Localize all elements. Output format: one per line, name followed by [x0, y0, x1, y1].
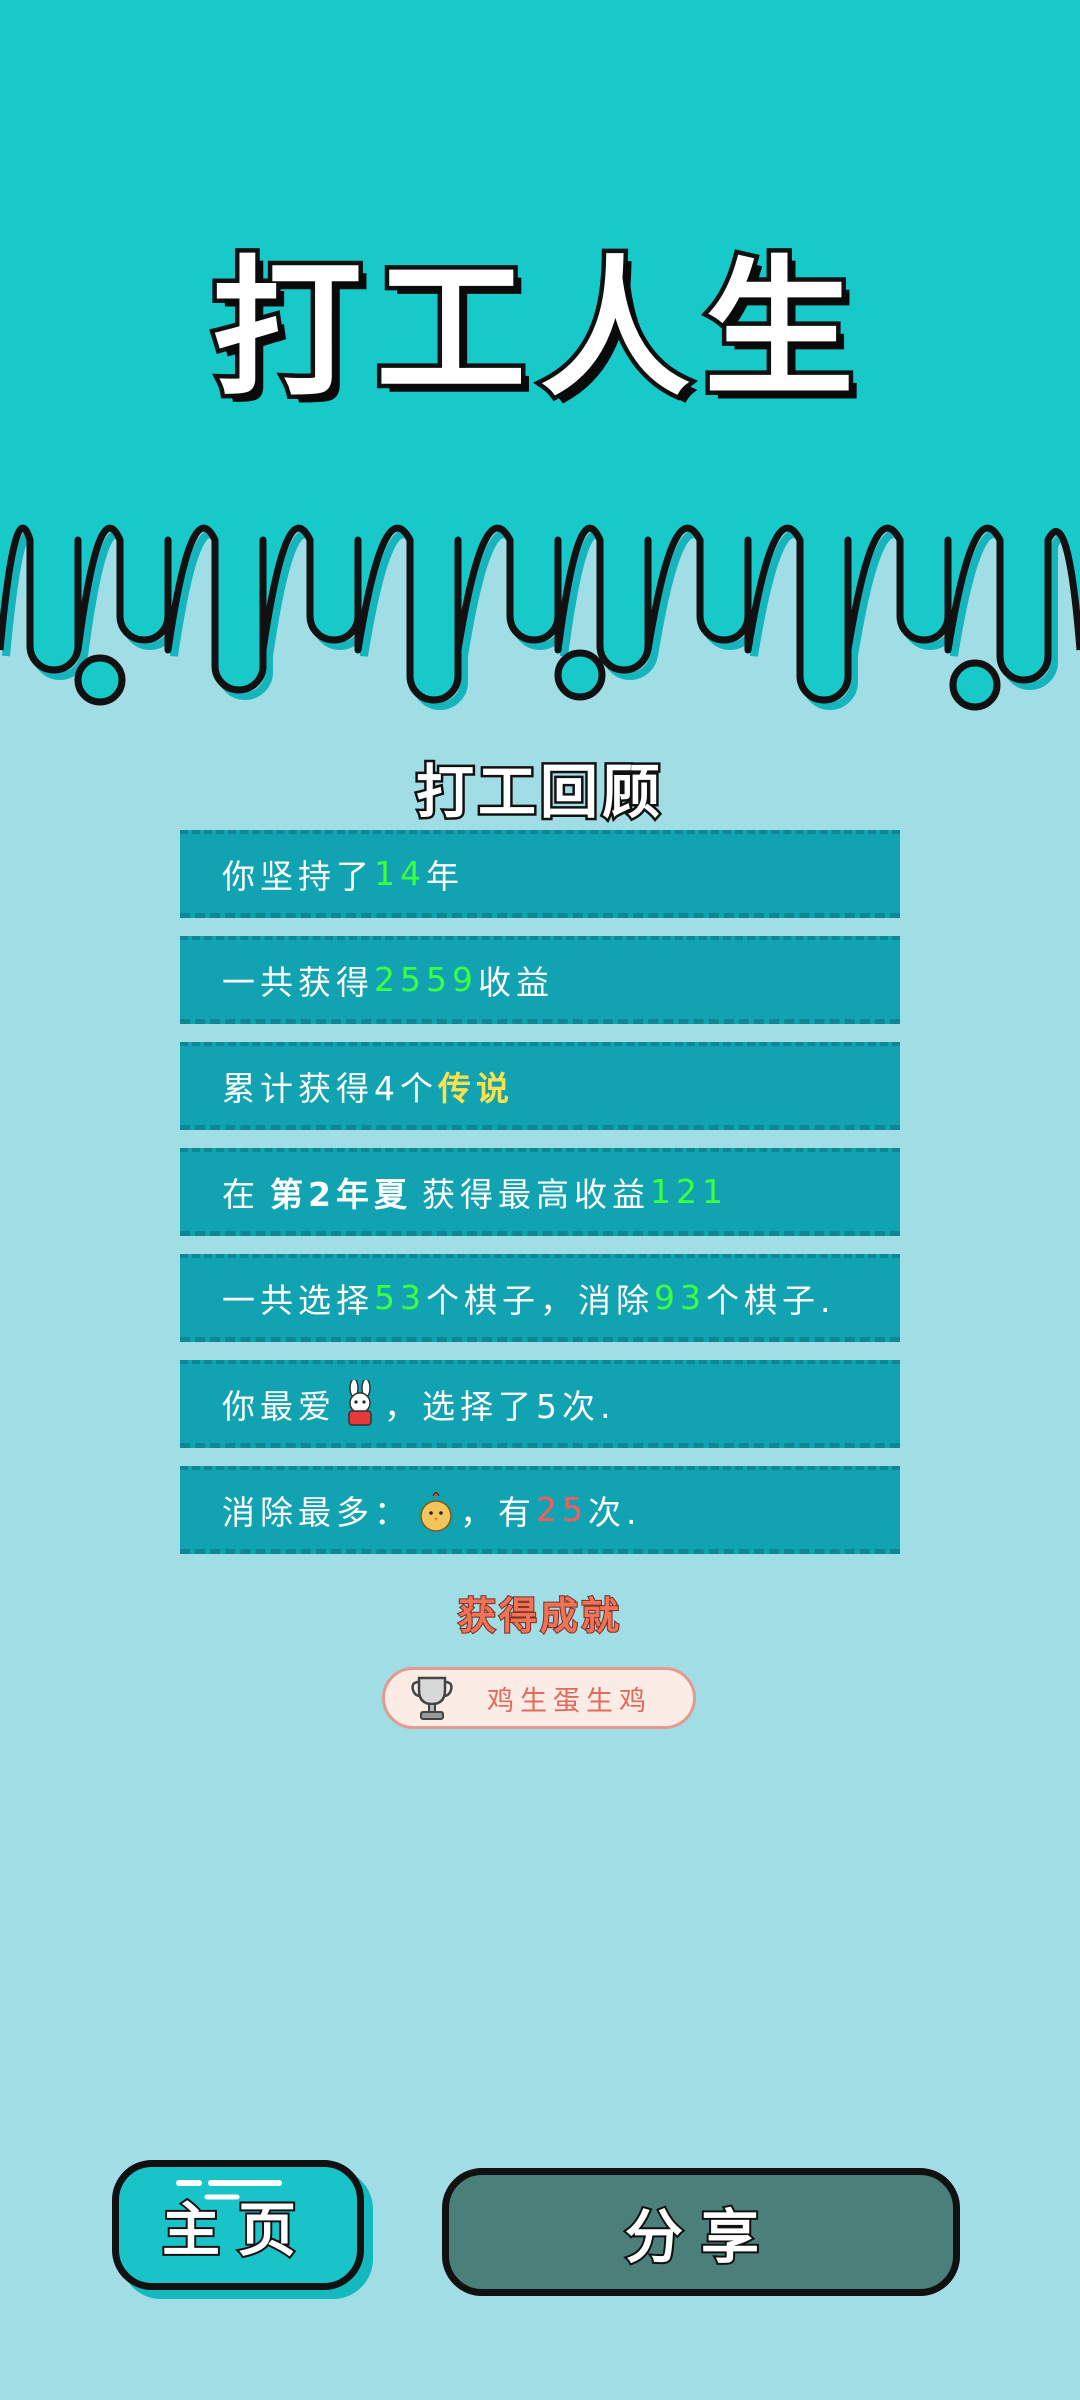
stat-text: ，有 — [460, 1492, 536, 1532]
stat-text: 在 — [222, 1174, 260, 1214]
home-button[interactable]: 主页 — [112, 2160, 364, 2290]
stat-text: 你最爱 — [222, 1386, 336, 1426]
stat-text: 累计获得4个 — [222, 1068, 438, 1108]
stat-value: 25 — [536, 1490, 588, 1529]
stat-text: 获得最高收益 — [421, 1174, 650, 1214]
stat-text: 个棋子. — [706, 1280, 836, 1320]
stat-best-season: 在第2年夏 获得最高收益 121 — [180, 1148, 900, 1236]
share-button[interactable]: 分享 — [442, 2168, 960, 2296]
drip-dot — [949, 659, 1001, 711]
stat-text: 收益 — [477, 962, 554, 1002]
stat-text: 消除最多： — [222, 1492, 412, 1532]
share-button-label: 分享 — [623, 2201, 777, 2273]
stat-value: 传说 — [438, 1068, 514, 1108]
stat-text: 年 — [426, 856, 464, 896]
stat-value: 121 — [649, 1172, 728, 1211]
stat-years: 你坚持了 14 年 — [180, 830, 900, 918]
gloss-highlight — [176, 2180, 282, 2200]
achievement-badge[interactable]: 鸡生蛋生鸡 — [382, 1667, 696, 1729]
rabbit-sprite-icon — [348, 1379, 372, 1426]
achievement-name: 鸡生蛋生鸡 — [487, 1685, 652, 1717]
stat-text: 你坚持了 — [222, 856, 374, 896]
drip-dot — [74, 654, 126, 706]
achievement-title: 获得成就 — [457, 1593, 622, 1639]
stat-income: 一共获得 2559 收益 — [180, 936, 900, 1024]
stat-value: 53 — [374, 1278, 426, 1317]
review-title: 打工回顾 — [413, 756, 664, 829]
chick-sprite-icon — [420, 1491, 452, 1532]
stats-list: 你坚持了 14 年 一共获得 2559 收益 累计获得4个 传说 在第2年夏 获得最高收益 1… — [180, 830, 900, 1572]
stat-legend: 累计获得4个 传说 — [180, 1042, 900, 1130]
stat-text: 个棋子，消除 — [426, 1280, 654, 1320]
stat-text: 次. — [588, 1492, 642, 1532]
stat-most-eliminated: 消除最多： ，有 25 次. — [180, 1466, 900, 1554]
stat-pieces: 一共选择 53 个棋子，消除 93 个棋子. — [180, 1254, 900, 1342]
stat-value: 2559 — [374, 960, 478, 999]
trophy-icon — [411, 1676, 453, 1720]
drip-dot — [554, 649, 606, 701]
stat-value: 14 — [374, 854, 426, 893]
stat-value: 93 — [654, 1278, 706, 1317]
stat-text: 一共选择 — [222, 1280, 374, 1320]
stat-text: 一共获得 — [222, 962, 374, 1002]
game-title: 打工人生 — [207, 243, 868, 417]
stat-favorite: 你最爱 ，选择了5次. — [180, 1360, 900, 1448]
stat-season: 第2年夏 — [270, 1174, 412, 1214]
stat-text: ，选择了5次. — [384, 1386, 616, 1426]
